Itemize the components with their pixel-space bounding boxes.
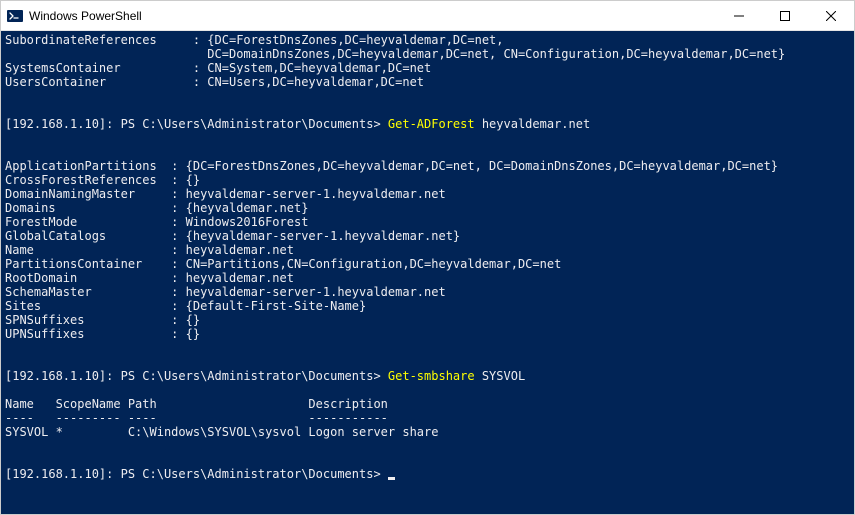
blank-line	[5, 89, 850, 103]
blank-line	[5, 355, 850, 369]
output-line: GlobalCatalogs : {heyvaldemar-server-1.h…	[5, 229, 850, 243]
blank-line	[5, 103, 850, 117]
table-header: Name ScopeName Path Description	[5, 397, 850, 411]
output-line: Name : heyvaldemar.net	[5, 243, 850, 257]
powershell-icon	[7, 8, 23, 24]
blank-line	[5, 131, 850, 145]
blank-line	[5, 383, 850, 397]
output-line: RootDomain : heyvaldemar.net	[5, 271, 850, 285]
prompt-line: [192.168.1.10]: PS C:\Users\Administrato…	[5, 467, 850, 481]
output-line: PartitionsContainer : CN=Partitions,CN=C…	[5, 257, 850, 271]
table-divider: ---- --------- ---- -----------	[5, 411, 850, 425]
command-text: Get-smbshare	[388, 369, 475, 383]
output-line: Sites : {Default-First-Site-Name}	[5, 299, 850, 313]
prompt-line: [192.168.1.10]: PS C:\Users\Administrato…	[5, 117, 850, 131]
output-line: SPNSuffixes : {}	[5, 313, 850, 327]
output-line: SubordinateReferences : {DC=ForestDnsZon…	[5, 33, 850, 47]
window-controls	[716, 1, 854, 30]
command-text: Get-ADForest	[388, 117, 475, 131]
blank-line	[5, 341, 850, 355]
blank-line	[5, 145, 850, 159]
close-button[interactable]	[808, 1, 854, 30]
blank-line	[5, 453, 850, 467]
output-line: DomainNamingMaster : heyvaldemar-server-…	[5, 187, 850, 201]
output-line: ApplicationPartitions : {DC=ForestDnsZon…	[5, 159, 850, 173]
terminal-output[interactable]: SubordinateReferences : {DC=ForestDnsZon…	[1, 31, 854, 514]
output-line: DC=DomainDnsZones,DC=heyvaldemar,DC=net,…	[5, 47, 850, 61]
titlebar[interactable]: Windows PowerShell	[1, 1, 854, 31]
output-line: CrossForestReferences : {}	[5, 173, 850, 187]
output-line: ForestMode : Windows2016Forest	[5, 215, 850, 229]
output-line: Domains : {heyvaldemar.net}	[5, 201, 850, 215]
output-line: UPNSuffixes : {}	[5, 327, 850, 341]
prompt-line: [192.168.1.10]: PS C:\Users\Administrato…	[5, 369, 850, 383]
window-title: Windows PowerShell	[29, 9, 716, 23]
table-row: SYSVOL * C:\Windows\SYSVOL\sysvol Logon …	[5, 425, 850, 439]
maximize-button[interactable]	[762, 1, 808, 30]
powershell-window: Windows PowerShell SubordinateReferences…	[0, 0, 855, 515]
output-line: SchemaMaster : heyvaldemar-server-1.heyv…	[5, 285, 850, 299]
output-line: SystemsContainer : CN=System,DC=heyvalde…	[5, 61, 850, 75]
output-line: UsersContainer : CN=Users,DC=heyvaldemar…	[5, 75, 850, 89]
minimize-button[interactable]	[716, 1, 762, 30]
cursor	[388, 477, 395, 480]
blank-line	[5, 439, 850, 453]
